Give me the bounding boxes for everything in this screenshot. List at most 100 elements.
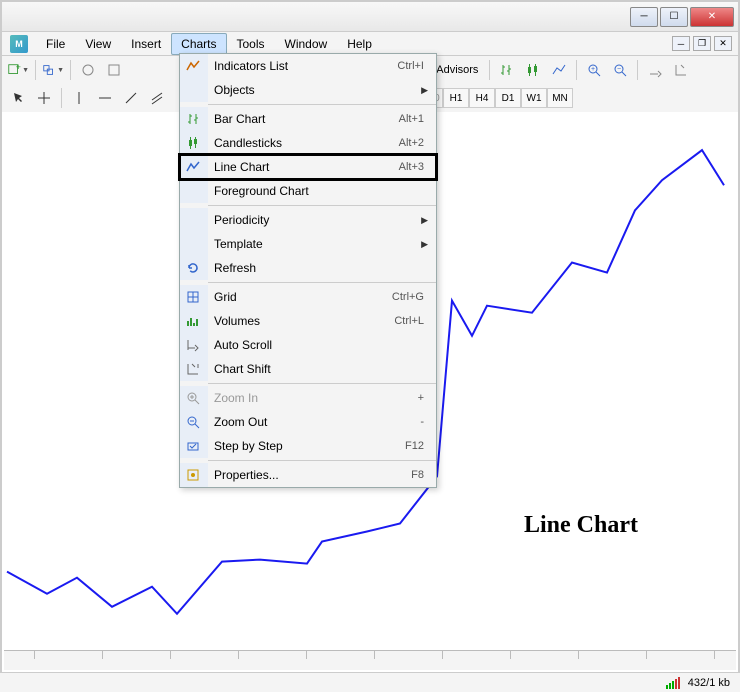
svg-text:−: − <box>617 66 621 73</box>
svg-text:+: + <box>16 62 21 72</box>
chart-annotation-title: Line Chart <box>524 512 638 539</box>
menu-item-line-chart[interactable]: Line ChartAlt+3 <box>180 155 436 179</box>
menu-file[interactable]: File <box>36 33 75 55</box>
menu-item-bar-chart[interactable]: Bar ChartAlt+1 <box>180 107 436 131</box>
crosshair-button[interactable] <box>32 87 56 109</box>
zoom-in-button[interactable]: + <box>582 59 606 81</box>
menu-item-objects[interactable]: Objects▶ <box>180 78 436 102</box>
chartshift-icon <box>184 360 202 378</box>
menu-insert[interactable]: Insert <box>121 33 171 55</box>
menu-item-indicators-list[interactable]: Indicators ListCtrl+I <box>180 54 436 78</box>
zoom-out-button[interactable]: − <box>608 59 632 81</box>
profiles-button[interactable]: ▼ <box>41 59 65 81</box>
menu-item-label: Grid <box>214 290 392 304</box>
window-minimize-button[interactable]: ─ <box>630 7 658 27</box>
line-chart-icon <box>184 158 202 176</box>
menu-item-foreground-chart[interactable]: Foreground Chart <box>180 179 436 203</box>
menu-item-candlesticks[interactable]: CandlesticksAlt+2 <box>180 131 436 155</box>
menu-item-zoom-out[interactable]: Zoom Out- <box>180 410 436 434</box>
menu-item-periodicity[interactable]: Periodicity▶ <box>180 208 436 232</box>
navigator-button[interactable] <box>102 59 126 81</box>
blank-icon <box>184 182 202 200</box>
properties-icon <box>184 466 202 484</box>
candlestick-icon <box>184 134 202 152</box>
zoom-out-icon <box>184 413 202 431</box>
vertical-line-button[interactable] <box>67 87 91 109</box>
menu-item-label: Periodicity <box>214 213 436 227</box>
mdi-restore-button[interactable]: ❐ <box>693 36 711 51</box>
menu-separator <box>208 104 436 105</box>
bar-chart-button[interactable] <box>495 59 519 81</box>
window-close-button[interactable]: ✕ <box>690 7 734 27</box>
menu-item-label: Zoom In <box>214 391 418 405</box>
menu-view[interactable]: View <box>75 33 121 55</box>
menu-item-label: Candlesticks <box>214 136 399 150</box>
zoom-in-icon <box>184 389 202 407</box>
menu-item-label: Step by Step <box>214 439 405 453</box>
menu-item-step-by-step[interactable]: Step by StepF12 <box>180 434 436 458</box>
menu-item-label: Auto Scroll <box>214 338 436 352</box>
status-traffic: 432/1 kb <box>688 677 730 689</box>
menu-separator <box>208 205 436 206</box>
menu-item-shortcut: Ctrl+G <box>392 291 436 303</box>
connection-signal-icon <box>666 677 680 689</box>
volumes-icon <box>184 312 202 330</box>
menu-item-shortcut: Alt+1 <box>399 113 436 125</box>
menu-item-shortcut: F8 <box>411 469 436 481</box>
menu-item-template[interactable]: Template▶ <box>180 232 436 256</box>
menu-charts[interactable]: Charts <box>171 33 226 55</box>
channel-button[interactable] <box>145 87 169 109</box>
chart-time-ruler <box>4 650 736 670</box>
grid-icon <box>184 288 202 306</box>
timeframe-h4[interactable]: H4 <box>469 88 495 108</box>
menu-item-label: Line Chart <box>214 160 399 174</box>
menu-item-label: Template <box>214 237 436 251</box>
trendline-button[interactable] <box>119 87 143 109</box>
menu-item-shortcut: Ctrl+I <box>397 60 436 72</box>
submenu-arrow-icon: ▶ <box>421 239 428 250</box>
menu-help[interactable]: Help <box>337 33 382 55</box>
mdi-minimize-button[interactable]: ─ <box>672 36 690 51</box>
blank-icon <box>184 235 202 253</box>
cursor-button[interactable] <box>6 87 30 109</box>
mdi-close-button[interactable]: ✕ <box>714 36 732 51</box>
menu-item-shortcut: F12 <box>405 440 436 452</box>
menu-separator <box>208 282 436 283</box>
menu-item-label: Indicators List <box>214 59 397 73</box>
line-chart-button[interactable] <box>547 59 571 81</box>
menu-item-shortcut: Ctrl+L <box>394 315 436 327</box>
menu-separator <box>208 460 436 461</box>
timeframe-w1[interactable]: W1 <box>521 88 547 108</box>
submenu-arrow-icon: ▶ <box>421 215 428 226</box>
menu-item-label: Properties... <box>214 468 411 482</box>
market-watch-button[interactable] <box>76 59 100 81</box>
menu-item-label: Objects <box>214 83 436 97</box>
menu-item-shortcut: Alt+2 <box>399 137 436 149</box>
timeframe-d1[interactable]: D1 <box>495 88 521 108</box>
menu-item-auto-scroll[interactable]: Auto Scroll <box>180 333 436 357</box>
timeframe-h1[interactable]: H1 <box>443 88 469 108</box>
menu-item-volumes[interactable]: VolumesCtrl+L <box>180 309 436 333</box>
menu-item-label: Refresh <box>214 261 436 275</box>
statusbar: 432/1 kb <box>0 672 740 692</box>
menu-item-grid[interactable]: GridCtrl+G <box>180 285 436 309</box>
timeframe-mn[interactable]: MN <box>547 88 573 108</box>
step-icon <box>184 437 202 455</box>
menu-window[interactable]: Window <box>275 33 338 55</box>
autoscroll-toolbar-button[interactable] <box>643 59 667 81</box>
candlestick-button[interactable] <box>521 59 545 81</box>
window-maximize-button[interactable]: ☐ <box>660 7 688 27</box>
menu-item-label: Bar Chart <box>214 112 399 126</box>
menu-item-label: Zoom Out <box>214 415 420 429</box>
menu-item-properties-[interactable]: Properties...F8 <box>180 463 436 487</box>
menu-item-zoom-in: Zoom In+ <box>180 386 436 410</box>
window-titlebar: ─ ☐ ✕ <box>2 2 738 32</box>
autoscroll-icon <box>184 336 202 354</box>
menu-item-chart-shift[interactable]: Chart Shift <box>180 357 436 381</box>
blank-icon <box>184 81 202 99</box>
horizontal-line-button[interactable] <box>93 87 117 109</box>
chartshift-toolbar-button[interactable] <box>669 59 693 81</box>
menu-tools[interactable]: Tools <box>227 33 275 55</box>
new-chart-button[interactable]: +▼ <box>6 59 30 81</box>
menu-item-refresh[interactable]: Refresh <box>180 256 436 280</box>
